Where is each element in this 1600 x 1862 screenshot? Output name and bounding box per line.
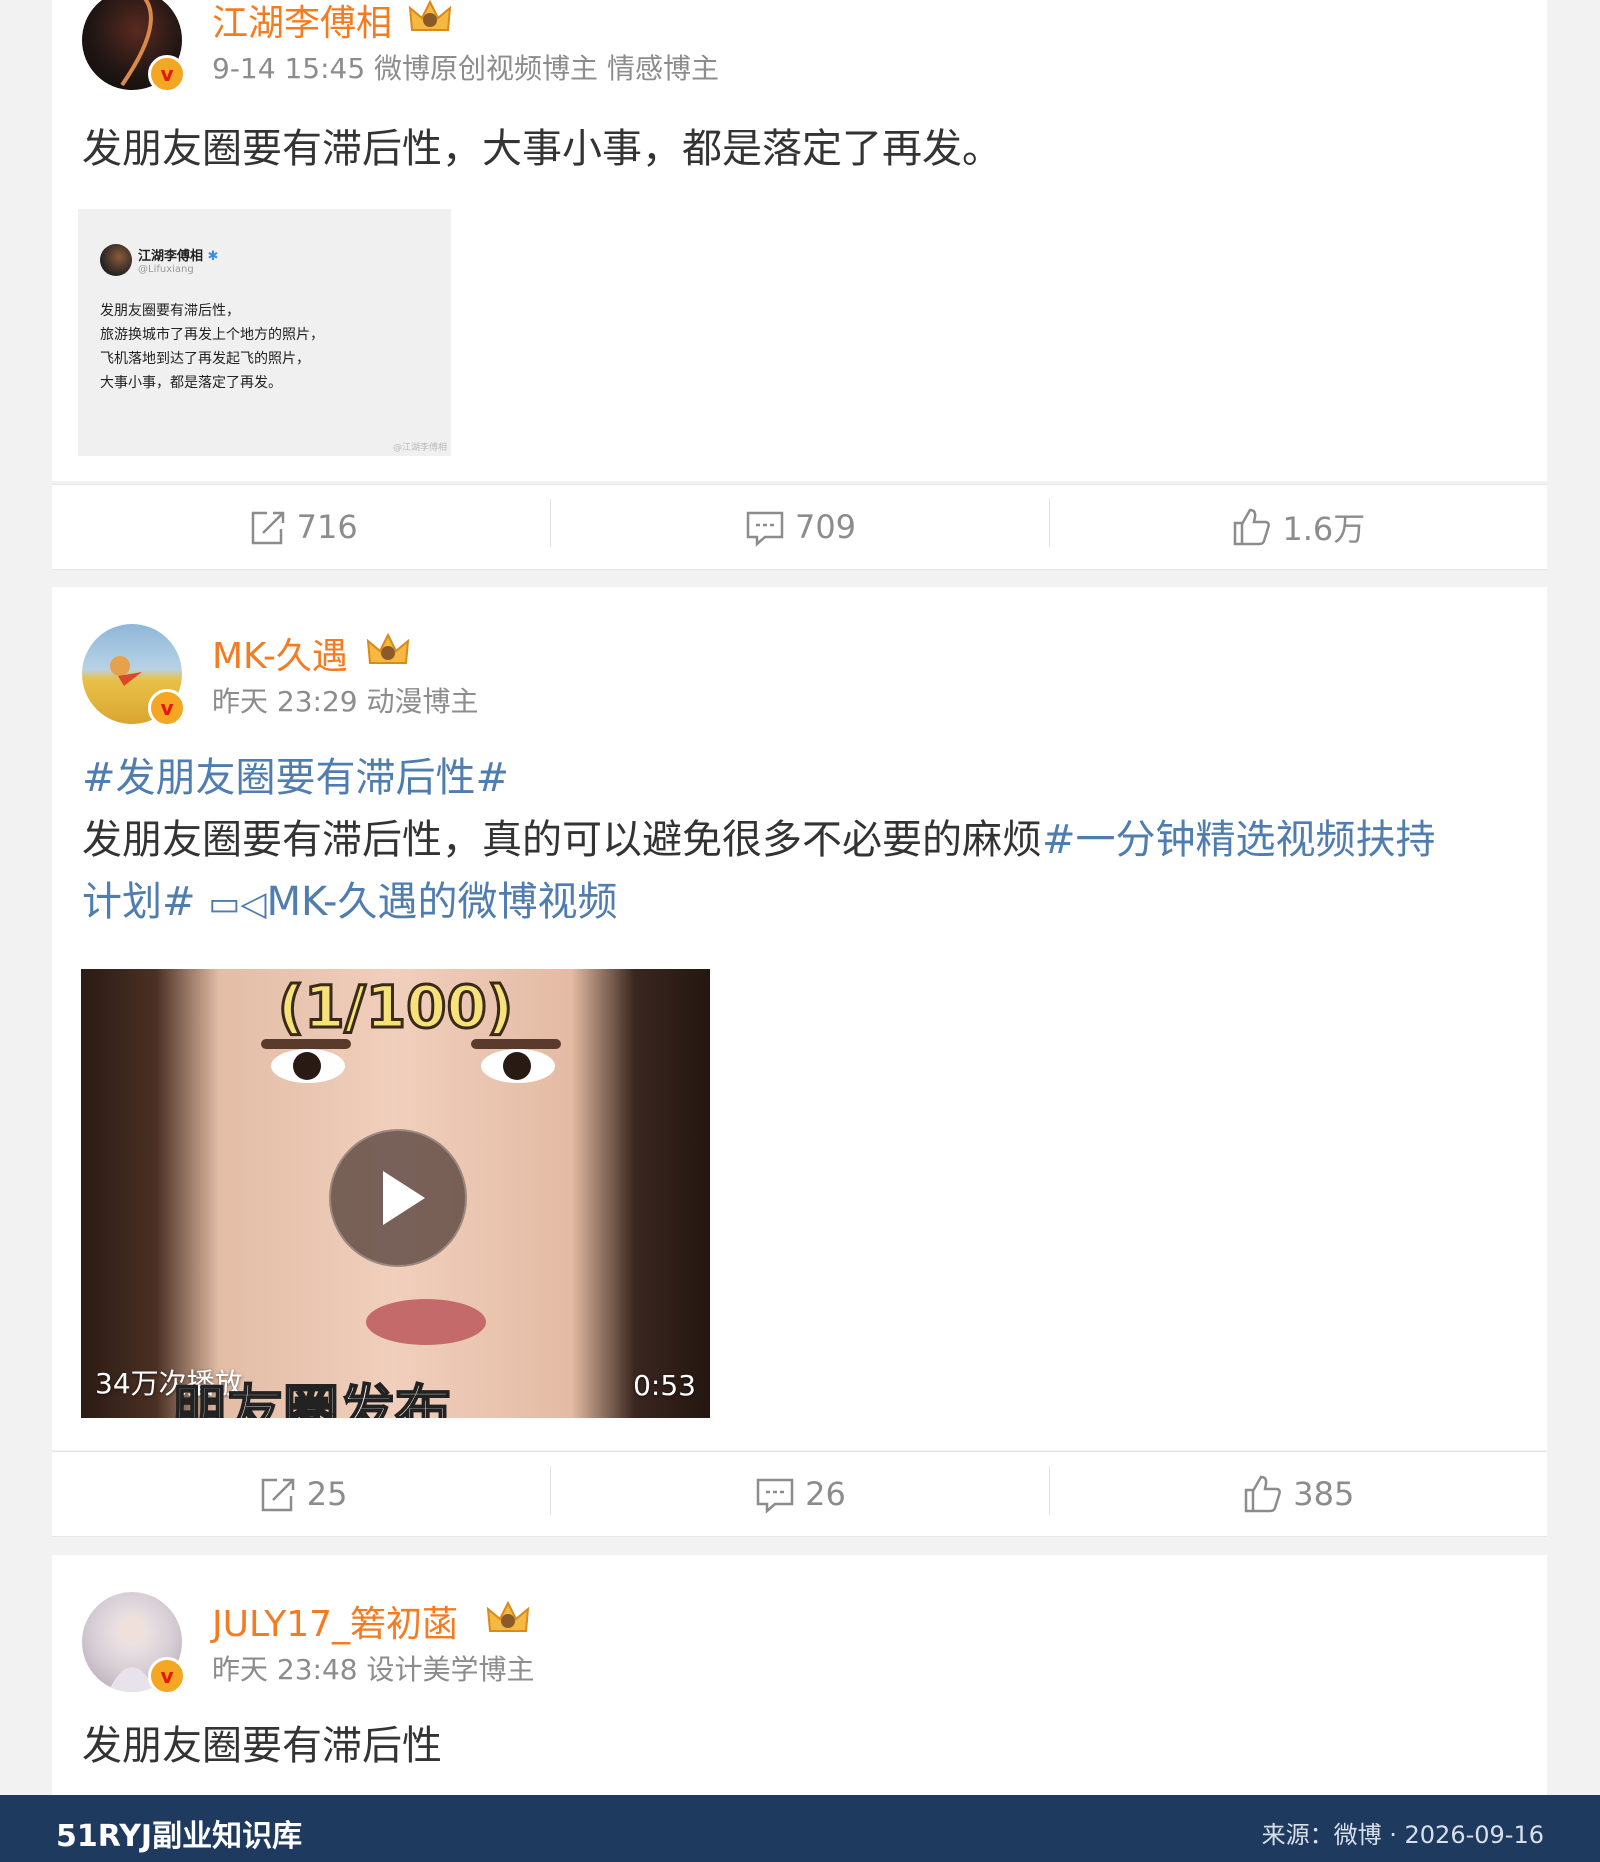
hashtag-link[interactable]: #发朋友圈要有滞后性# (82, 755, 509, 801)
comment-icon (746, 511, 784, 547)
image-text: 发朋友圈要有滞后性， 旅游换城市了再发上个地方的照片， 飞机落地到达了再发起飞的… (100, 303, 324, 391)
post-card-1: v 江湖李傅相 9-14 15:45 微博原创视频博主 情感博主 发朋友圈要有滞… (52, 0, 1547, 481)
hashtag-link-2-cont[interactable]: 计划# (82, 879, 196, 925)
comment-count: 709 (794, 508, 857, 546)
post-card-3: v JULY17_箬初菡 昨天 23:48 设计美学博主 发朋友圈要有滞后性 (52, 1555, 1547, 1815)
post-text: #发朋友圈要有滞后性# 发朋友圈要有滞后性，真的可以避免很多不必要的麻烦#一分钟… (82, 747, 1436, 935)
post-meta: 昨天 23:48 设计美学博主 (212, 1653, 535, 1686)
face-lips (366, 1299, 486, 1345)
like-count: 1.6万 (1282, 510, 1366, 548)
username[interactable]: MK-久遇 (212, 627, 348, 679)
comment-count: 26 (805, 1475, 846, 1513)
post-text: 发朋友圈要有滞后性 (82, 1723, 442, 1769)
post-meta: 9-14 15:45 微博原创视频博主 情感博主 (212, 52, 719, 85)
comment-button[interactable]: 709 (550, 499, 1048, 549)
like-count: 385 (1293, 1475, 1355, 1513)
face-brow-left (261, 1039, 351, 1049)
image-username: 江湖李傅相 ✱ (138, 249, 219, 264)
verified-badge-icon: v (148, 55, 186, 93)
username[interactable]: 江湖李傅相 (212, 0, 392, 46)
video-subtitle: 朋友圈发布 (170, 1379, 452, 1418)
verified-badge-icon: v (148, 689, 186, 727)
thumbs-up-icon (1245, 1475, 1282, 1513)
video-duration: 0:53 (633, 1369, 696, 1402)
post-text: 发朋友圈要有滞后性，大事小事，都是落定了再发。 (82, 126, 1002, 172)
post-body: 发朋友圈要有滞后性，真的可以避免很多不必要的麻烦 (82, 817, 1042, 863)
post-actions-1: 716 709 1.6万 (52, 484, 1547, 570)
verified-badge-icon: v (148, 1657, 186, 1695)
face-eye-left (271, 1049, 345, 1083)
repost-button[interactable]: 716 (52, 505, 550, 549)
like-button[interactable]: 1.6万 (1048, 498, 1547, 550)
thumbs-up-icon (1234, 508, 1271, 546)
repost-count: 716 (296, 508, 358, 546)
video-link[interactable]: ▭◁MK-久遇的微博视频 (208, 879, 617, 925)
verified-blue-icon: ✱ (207, 249, 219, 264)
username[interactable]: JULY17_箬初菡 (212, 1595, 458, 1647)
image-handle: @Lifuxiang (138, 264, 194, 275)
post-meta: 昨天 23:29 动漫博主 (212, 685, 479, 718)
video-player[interactable]: (1/100) 34万次播放 0:53 朋友圈发布 (81, 969, 710, 1418)
crown-icon (366, 632, 410, 664)
play-button[interactable] (329, 1129, 467, 1267)
image-avatar (100, 244, 132, 276)
crown-icon (408, 0, 452, 31)
image-watermark: @江湖李傅相 (392, 443, 447, 453)
footer-source: 来源：微博 · 2026-09-16 (1261, 1821, 1544, 1849)
repost-count: 25 (306, 1475, 348, 1513)
comment-button[interactable]: 26 (550, 1466, 1048, 1516)
footer-bar: 51RYJ副业知识库 来源：微博 · 2026-09-16 (0, 1795, 1600, 1862)
face-brow-right (471, 1039, 561, 1049)
footer-brand: 51RYJ副业知识库 (56, 1819, 303, 1854)
video-title: (1/100) (276, 972, 515, 1043)
repost-icon (251, 511, 284, 545)
post-image[interactable]: 江湖李傅相 ✱ @Lifuxiang 发朋友圈要有滞后性， 旅游换城市了再发上个… (78, 209, 451, 456)
like-button[interactable]: 385 (1048, 1466, 1547, 1516)
repost-icon (261, 1478, 295, 1512)
hashtag-link-2[interactable]: #一分钟精选视频扶持 (1042, 817, 1436, 863)
repost-button[interactable]: 25 (52, 1472, 550, 1516)
comment-icon (756, 1478, 794, 1514)
post-actions-2: 25 26 385 (52, 1451, 1547, 1537)
face-eye-right (481, 1049, 555, 1083)
video-camera-icon: ▭◁ (208, 884, 267, 924)
crown-icon (486, 1600, 530, 1632)
